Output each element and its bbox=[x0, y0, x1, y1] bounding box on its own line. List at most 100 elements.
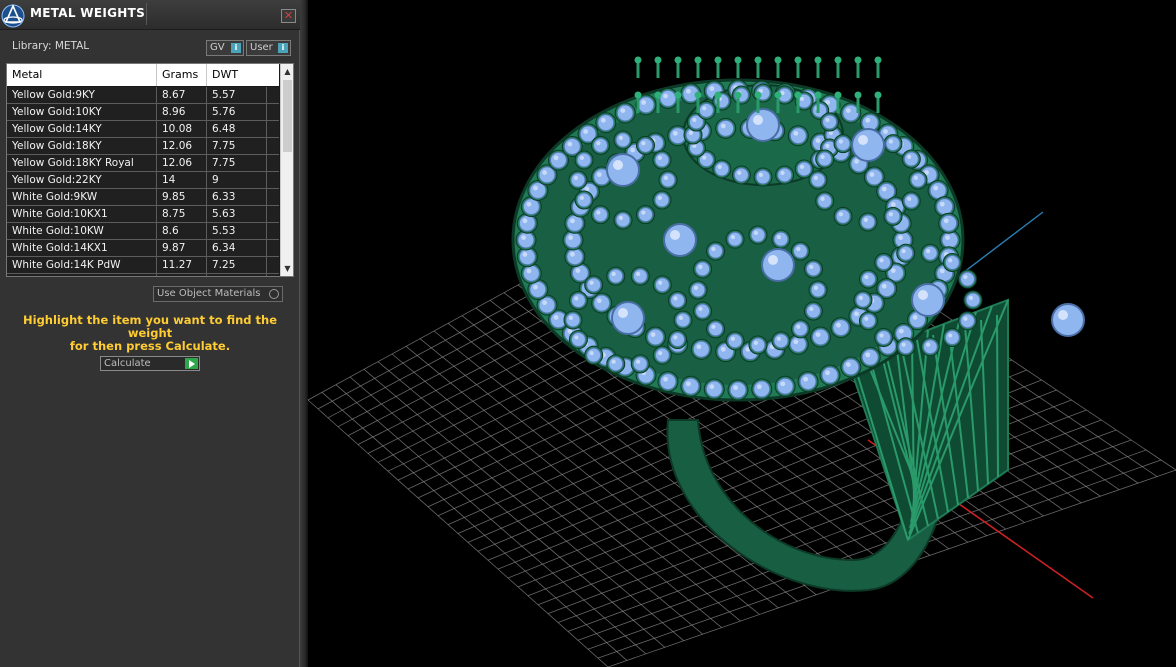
prong-tip bbox=[754, 91, 762, 99]
table-row[interactable]: Yellow Gold:18KY Royal 12.06 7.75 bbox=[7, 155, 279, 172]
mid-gem-highlight bbox=[630, 147, 636, 153]
use-object-materials-toggle[interactable]: Use Object Materials bbox=[153, 286, 283, 302]
table-row[interactable]: White Gold:14KX1 9.87 6.34 bbox=[7, 240, 279, 257]
mid-gem-highlight bbox=[596, 298, 602, 304]
panel-splitter[interactable] bbox=[300, 0, 308, 667]
outer-gem-highlight bbox=[521, 235, 526, 241]
ring-model[interactable] bbox=[511, 56, 1085, 592]
petal-gem bbox=[860, 313, 876, 329]
petal-gem bbox=[654, 277, 670, 293]
gv-library-toggle[interactable]: GV i bbox=[206, 40, 244, 56]
outer-gem-highlight bbox=[780, 381, 786, 387]
bezel-gem-highlight bbox=[758, 172, 763, 177]
panel-titlebar: METAL WEIGHTS ✕ bbox=[0, 0, 300, 30]
petal-gem bbox=[898, 339, 914, 355]
bezel-gem bbox=[755, 169, 771, 185]
outer-gem bbox=[842, 358, 860, 376]
petal-gem-highlight bbox=[838, 212, 844, 217]
table-row[interactable]: Yellow Gold:10KY 8.96 5.76 bbox=[7, 104, 279, 121]
table-row[interactable]: White Gold:10KX1 8.75 5.63 bbox=[7, 206, 279, 223]
dwt-cell: 9 bbox=[207, 172, 267, 189]
table-row[interactable]: White Gold:10KW 8.6 5.53 bbox=[7, 223, 279, 240]
grams-cell: 8.96 bbox=[157, 104, 207, 121]
scroll-down-icon[interactable]: ▼ bbox=[281, 262, 293, 275]
petal-gem-highlight bbox=[963, 316, 968, 321]
scroll-thumb[interactable] bbox=[283, 80, 292, 152]
bezel-gem bbox=[733, 167, 749, 183]
mid-gem bbox=[789, 335, 807, 353]
table-row[interactable]: Yellow Gold:14KY 10.08 6.48 bbox=[7, 121, 279, 138]
outer-gem bbox=[517, 231, 535, 249]
mid-gem-highlight bbox=[575, 268, 581, 274]
calculate-button[interactable]: Calculate bbox=[100, 356, 200, 371]
table-row[interactable]: Yellow Gold:22KY 14 9 bbox=[7, 172, 279, 189]
petal-gem bbox=[727, 231, 743, 247]
outer-gem-highlight bbox=[533, 185, 538, 191]
user-library-toggle[interactable]: User i bbox=[246, 40, 291, 56]
mid-gem-highlight bbox=[793, 130, 799, 136]
petal-gem-highlight bbox=[658, 280, 663, 285]
table-row-partial[interactable] bbox=[7, 274, 279, 276]
petal-gem bbox=[860, 271, 876, 287]
prong-tip bbox=[854, 91, 862, 99]
outer-gem-highlight bbox=[686, 381, 691, 387]
prong-tip bbox=[854, 56, 862, 64]
outer-gem bbox=[597, 114, 615, 132]
petal-gem bbox=[654, 347, 670, 363]
outer-gem bbox=[929, 181, 947, 199]
petal-gem-highlight bbox=[611, 359, 616, 364]
outer-gem bbox=[538, 166, 556, 184]
outer-gem-highlight bbox=[803, 376, 809, 382]
table-scrollbar[interactable]: ▲ ▼ bbox=[280, 64, 293, 276]
grams-cell: 10.08 bbox=[157, 121, 207, 138]
outer-gem bbox=[941, 231, 959, 249]
outer-gem-highlight bbox=[709, 86, 715, 91]
petal-gem bbox=[910, 172, 926, 188]
outer-gem bbox=[799, 373, 817, 391]
prong-tip bbox=[694, 56, 702, 64]
mid-gem-highlight bbox=[815, 138, 821, 144]
outer-gem bbox=[522, 198, 540, 216]
outer-gem-highlight bbox=[533, 284, 538, 290]
prong-tip bbox=[814, 91, 822, 99]
petal-gem bbox=[615, 212, 631, 228]
outer-gem-highlight bbox=[522, 218, 528, 224]
outer-gem-highlight bbox=[601, 117, 606, 123]
metal-cell: Yellow Gold:18KY bbox=[7, 138, 157, 155]
mid-gem-highlight bbox=[869, 172, 875, 177]
petal-gem-highlight bbox=[907, 196, 912, 201]
mid-gem bbox=[669, 127, 687, 145]
outer-gem-highlight bbox=[553, 155, 559, 161]
column-header-grams[interactable]: Grams bbox=[157, 64, 207, 86]
center-gem bbox=[761, 248, 795, 282]
scroll-up-icon[interactable]: ▲ bbox=[281, 65, 293, 78]
dwt-cell: 5.76 bbox=[207, 104, 267, 121]
petal-gem-highlight bbox=[698, 306, 703, 312]
dwt-cell: 7.75 bbox=[207, 138, 267, 155]
table-row[interactable]: White Gold:14K PdW 11.27 7.25 bbox=[7, 257, 279, 274]
center-gem bbox=[606, 153, 640, 187]
3d-viewport[interactable] bbox=[308, 0, 1176, 667]
outer-gem-highlight bbox=[567, 328, 573, 334]
table-row[interactable]: White Gold:9KW 9.85 6.33 bbox=[7, 189, 279, 206]
petal-gem bbox=[944, 254, 960, 270]
table-row[interactable]: Yellow Gold:18KY 12.06 7.75 bbox=[7, 138, 279, 155]
outer-gem-highlight bbox=[663, 93, 668, 99]
grams-cell bbox=[157, 274, 207, 276]
petal-gem bbox=[903, 193, 919, 209]
column-header-dwt[interactable]: DWT bbox=[207, 64, 267, 86]
petal-gem bbox=[615, 132, 631, 148]
petal-gem-highlight bbox=[730, 336, 736, 341]
close-button[interactable]: ✕ bbox=[281, 9, 296, 23]
table-row[interactable]: Yellow Gold:9KY 8.67 5.57 bbox=[7, 87, 279, 104]
column-header-metal[interactable]: Metal bbox=[7, 64, 157, 86]
outer-gem-highlight bbox=[865, 352, 871, 358]
petal-gem-highlight bbox=[858, 295, 864, 300]
prong-tip bbox=[674, 56, 682, 64]
petal-gem bbox=[586, 347, 602, 363]
petal-gem-highlight bbox=[574, 335, 579, 340]
petal-gem-highlight bbox=[907, 154, 912, 159]
petal-gem bbox=[576, 192, 592, 208]
grams-cell: 14 bbox=[157, 172, 207, 189]
center-gem-highlight bbox=[1058, 310, 1068, 320]
